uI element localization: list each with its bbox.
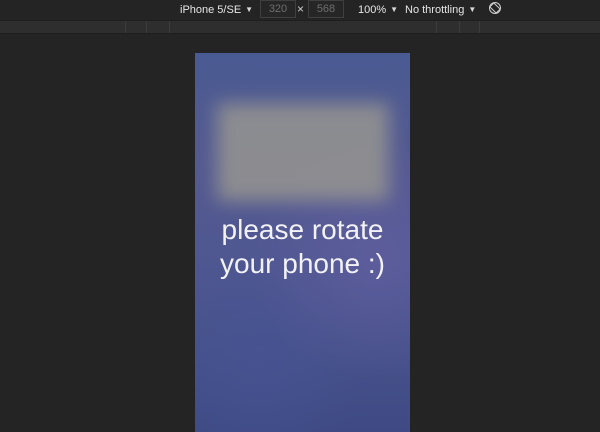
ruler-tick	[459, 21, 460, 33]
throttling-dropdown-caret-icon: ▼	[468, 5, 477, 14]
height-input[interactable]: 568	[308, 0, 344, 18]
ruler-tick	[479, 21, 480, 33]
zoom-label: 100%	[358, 4, 387, 16]
device-label: iPhone 5/SE	[180, 4, 242, 16]
throttling-label: No throttling	[405, 4, 465, 16]
ruler-tick	[169, 21, 170, 33]
ruler-tick	[125, 21, 126, 33]
device-screen[interactable]: please rotate your phone :)	[195, 53, 410, 432]
device-select[interactable]: iPhone 5/SE ▼	[180, 3, 253, 17]
dimension-times-label: ×	[297, 2, 305, 16]
zoom-dropdown-caret-icon: ▼	[390, 5, 399, 14]
device-dropdown-caret-icon: ▼	[245, 5, 254, 14]
ruler-tick	[436, 21, 437, 33]
zoom-select[interactable]: 100% ▼	[358, 3, 398, 17]
rotate-message: please rotate your phone :)	[195, 213, 410, 281]
media-query-ruler	[0, 20, 600, 34]
device-toolbar: iPhone 5/SE ▼ 320 × 568 100% ▼ No throttli…	[0, 0, 600, 20]
ruler-tick	[146, 21, 147, 33]
width-input[interactable]: 320	[260, 0, 296, 18]
rotate-message-line-1: please rotate	[221, 214, 384, 245]
rotate-icon[interactable]	[488, 1, 502, 15]
blurred-panel	[217, 103, 389, 201]
throttling-select[interactable]: No throttling ▼	[405, 3, 476, 17]
rotate-message-line-2: your phone :)	[220, 248, 385, 279]
